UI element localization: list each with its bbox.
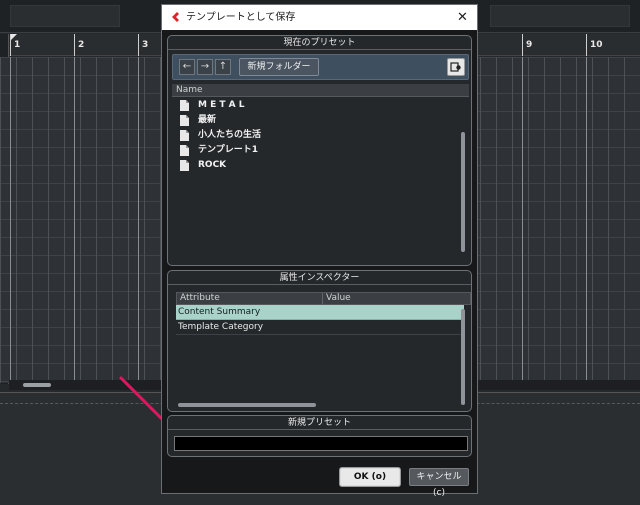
settings-icon[interactable] [447, 58, 465, 76]
current-presets-panel: 現在のプリセット ← → ↑ 新規フォルダー Name M E T A L 最新 [167, 35, 472, 266]
document-icon [180, 100, 189, 111]
ruler-bar-10: 10 [586, 34, 603, 56]
grid-barline [522, 57, 523, 383]
document-icon [180, 115, 189, 126]
document-icon [180, 145, 189, 156]
ok-button[interactable]: OK (o) [340, 468, 400, 486]
dialog-titlebar[interactable]: テンプレートとして保存 ✕ [162, 5, 477, 30]
new-preset-panel: 新規プリセット [167, 415, 472, 457]
attribute-table: Attribute Value Content Summary Template… [176, 292, 471, 335]
toolbar-segment [10, 5, 120, 27]
current-presets-header: 現在のプリセット [168, 36, 471, 50]
dialog-title: テンプレートとして保存 [186, 12, 296, 23]
attribute-horizontal-scrollbar[interactable] [178, 403, 316, 407]
forward-arrow-icon[interactable]: → [197, 59, 213, 75]
close-icon[interactable]: ✕ [454, 9, 471, 26]
ruler-bar-3: 3 [138, 34, 148, 56]
list-item[interactable]: ROCK [172, 158, 460, 173]
table-row[interactable]: Template Category [176, 320, 464, 335]
ruler-bar-2: 2 [74, 34, 84, 56]
ok-button-label: OK (o) [353, 472, 387, 482]
ruler-bar-9: 9 [522, 34, 532, 56]
scrollbar-thumb[interactable] [23, 383, 51, 387]
attribute-inspector-panel: 属性インスペクター Attribute Value Content Summar… [167, 270, 472, 412]
attribute-vertical-scrollbar[interactable] [461, 309, 465, 405]
attribute-table-header: Attribute Value [176, 292, 471, 305]
preset-label: テンプレート1 [198, 145, 258, 155]
attribute-column-header[interactable]: Attribute [177, 293, 323, 304]
up-arrow-icon[interactable]: ↑ [215, 59, 231, 75]
grid-barline [138, 57, 139, 383]
cubase-logo-icon [172, 12, 179, 22]
grid-barline [74, 57, 75, 383]
preset-list: M E T A L 最新 小人たちの生活 テンプレート1 ROCK [172, 98, 460, 258]
list-item[interactable]: テンプレート1 [172, 143, 460, 158]
preset-label: 小人たちの生活 [198, 130, 262, 140]
list-item[interactable]: 最新 [172, 113, 460, 128]
attribute-inspector-header: 属性インスペクター [168, 271, 471, 285]
name-column-header[interactable]: Name [172, 84, 469, 97]
list-item[interactable]: 小人たちの生活 [172, 128, 460, 143]
back-arrow-icon[interactable]: ← [179, 59, 195, 75]
new-preset-header: 新規プリセット [168, 416, 471, 430]
value-column-header[interactable]: Value [323, 293, 351, 304]
document-icon [180, 130, 189, 141]
save-as-template-dialog: テンプレートとして保存 ✕ 現在のプリセット ← → ↑ 新規フォルダー Nam… [161, 4, 478, 498]
table-row[interactable]: Content Summary [176, 305, 464, 320]
document-icon [180, 160, 189, 171]
toolbar-segment [490, 5, 630, 27]
gear-icon [450, 62, 461, 72]
preset-name-input[interactable] [174, 436, 468, 451]
list-item[interactable]: M E T A L [172, 98, 460, 113]
preset-label: 最新 [198, 115, 217, 125]
new-folder-button[interactable]: 新規フォルダー [239, 58, 319, 76]
grid-barline [10, 57, 11, 383]
playhead-marker-icon[interactable] [11, 34, 17, 40]
grid-barline [586, 57, 587, 383]
preset-toolbar: ← → ↑ 新規フォルダー [172, 54, 469, 80]
preset-label: M E T A L [198, 100, 245, 110]
preset-list-scrollbar[interactable] [461, 132, 465, 252]
preset-label: ROCK [198, 160, 227, 170]
cancel-button[interactable]: キャンセル (c) [409, 468, 469, 498]
